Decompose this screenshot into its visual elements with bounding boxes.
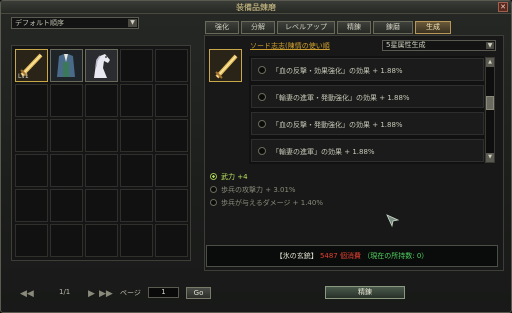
inventory-slot-empty[interactable] xyxy=(155,189,188,222)
page-indicator: 1/1 xyxy=(59,288,71,296)
stat-option[interactable]: 武力 +4 xyxy=(210,172,248,182)
title-bar: 装備品錬磨 ✕ xyxy=(1,1,511,14)
cost-label: 個消費 xyxy=(340,252,361,260)
radio-icon[interactable] xyxy=(258,147,266,155)
inventory-slot-armor[interactable] xyxy=(50,49,83,82)
chevron-down-icon[interactable]: ▼ xyxy=(486,42,494,49)
inventory-slot-horse[interactable] xyxy=(85,49,118,82)
inventory-slot-empty[interactable] xyxy=(155,49,188,82)
sort-dropdown[interactable]: デフォルト順序 ▼ xyxy=(11,17,139,29)
tab-3[interactable]: レベルアップ xyxy=(277,21,335,34)
stat-option[interactable]: 歩兵の攻撃力 + 3.01% xyxy=(210,185,296,195)
scroll-down-icon[interactable]: ▼ xyxy=(486,153,494,162)
inventory-slot-empty[interactable] xyxy=(15,84,48,117)
window-title: 装備品錬磨 xyxy=(236,3,276,12)
tab-5[interactable]: 錬磨 xyxy=(373,21,413,34)
inventory-slot-empty[interactable] xyxy=(50,224,83,257)
stat-option[interactable]: 歩兵が与えるダメージ + 1.40% xyxy=(210,198,323,208)
stat-text: 歩兵の攻撃力 + 3.01% xyxy=(221,186,296,194)
refine-button[interactable]: 精錬 xyxy=(325,286,405,299)
option-text: 「輸妻の進軍・発動強化」の効果 + 1.88% xyxy=(272,94,410,102)
option-row[interactable]: 「輸妻の進軍・発動強化」の効果 + 1.88% xyxy=(251,85,484,108)
option-row[interactable]: 「血の反撃・効果強化」の効果 + 1.88% xyxy=(251,58,484,81)
inventory-slot-empty[interactable] xyxy=(85,84,118,117)
inventory-slot-empty[interactable] xyxy=(120,49,153,82)
inventory-slot-empty[interactable] xyxy=(120,84,153,117)
sort-dropdown-value: デフォルト順序 xyxy=(15,19,64,27)
inventory-slot-empty[interactable] xyxy=(50,154,83,187)
inventory-slot-empty[interactable] xyxy=(85,189,118,222)
inventory-grid: Lv1 xyxy=(15,49,188,257)
inventory-slot-empty[interactable] xyxy=(85,154,118,187)
inventory-slot-empty[interactable] xyxy=(85,119,118,152)
radio-icon[interactable] xyxy=(210,173,217,180)
option-text: 「血の反撃・発動強化」の効果 + 1.88% xyxy=(272,121,403,129)
last-page-button[interactable]: ▶▶ xyxy=(99,289,113,299)
inventory-slot-empty[interactable] xyxy=(120,119,153,152)
cost-info-bar: 【氷の玄銃】 5487 個消費 （現在の所持数: 0） xyxy=(206,245,498,267)
next-page-button[interactable]: ▶ xyxy=(88,289,95,299)
first-page-button[interactable]: ◀◀ xyxy=(20,289,34,299)
item-level: Lv1 xyxy=(18,73,29,80)
close-icon[interactable]: ✕ xyxy=(498,2,508,12)
page-label: ページ xyxy=(120,289,141,297)
inventory-slot-empty[interactable] xyxy=(50,119,83,152)
radio-icon[interactable] xyxy=(210,199,217,206)
cost-item-name: 【氷の玄銃】 xyxy=(275,252,318,260)
inventory-slot-empty[interactable] xyxy=(155,154,188,187)
sword-icon xyxy=(210,50,241,81)
item-name-link[interactable]: ソード志志(陳情の使い順 xyxy=(250,41,330,51)
cost-count: 5487 xyxy=(319,252,338,260)
inventory-slot-empty[interactable] xyxy=(50,84,83,117)
horse-icon xyxy=(86,50,117,81)
inventory-slot-empty[interactable] xyxy=(15,189,48,222)
tab-2[interactable]: 分解 xyxy=(241,21,275,34)
go-button[interactable]: Go xyxy=(186,287,211,299)
inventory-slot-empty[interactable] xyxy=(15,224,48,257)
inventory-slot-empty[interactable] xyxy=(120,154,153,187)
option-scrollbar[interactable]: ▲ ▼ xyxy=(485,57,495,163)
inventory-slot-empty[interactable] xyxy=(50,189,83,222)
inventory-slot-empty[interactable] xyxy=(85,224,118,257)
stat-text: 歩兵が与えるダメージ + 1.40% xyxy=(221,199,323,207)
inventory-slot-sword[interactable]: Lv1 xyxy=(15,49,48,82)
owned-count: （現在の所持数: 0） xyxy=(363,252,429,260)
inventory-slot-empty[interactable] xyxy=(155,224,188,257)
inventory-slot-empty[interactable] xyxy=(120,189,153,222)
tab-4[interactable]: 精錬 xyxy=(337,21,371,34)
radio-icon[interactable] xyxy=(258,66,266,74)
radio-icon[interactable] xyxy=(258,120,266,128)
option-row[interactable]: 「血の反撃・発動強化」の効果 + 1.88% xyxy=(251,112,484,135)
radio-icon[interactable] xyxy=(258,93,266,101)
generation-type-dropdown[interactable]: 5星属性生成 ▼ xyxy=(382,40,496,51)
scroll-up-icon[interactable]: ▲ xyxy=(486,58,494,67)
option-text: 「血の反撃・効果強化」の効果 + 1.88% xyxy=(272,67,403,75)
radio-icon[interactable] xyxy=(210,186,217,193)
inventory-slot-empty[interactable] xyxy=(15,119,48,152)
tab-6[interactable]: 生成 xyxy=(415,21,451,34)
inventory-slot-empty[interactable] xyxy=(120,224,153,257)
pointer-icon xyxy=(386,214,400,228)
selected-item-slot[interactable] xyxy=(209,49,242,82)
inventory-panel: Lv1 xyxy=(11,45,191,261)
generation-type-value: 5星属性生成 xyxy=(386,41,426,49)
tab-1[interactable]: 強化 xyxy=(205,21,239,34)
option-list: 「血の反撃・効果強化」の効果 + 1.88% 「輸妻の進軍・発動強化」の効果 + … xyxy=(249,56,484,164)
option-text: 「輸妻の進軍」の効果 + 1.88% xyxy=(272,148,375,156)
option-row[interactable]: 「輸妻の進軍」の効果 + 1.88% xyxy=(251,139,484,162)
inventory-slot-empty[interactable] xyxy=(155,119,188,152)
inventory-slot-empty[interactable] xyxy=(155,84,188,117)
armor-icon xyxy=(51,50,82,81)
inventory-slot-empty[interactable] xyxy=(15,154,48,187)
chevron-down-icon[interactable]: ▼ xyxy=(128,19,137,27)
scroll-thumb[interactable] xyxy=(486,96,494,110)
stat-text: 武力 +4 xyxy=(221,173,248,181)
page-input[interactable]: 1 xyxy=(148,287,179,298)
